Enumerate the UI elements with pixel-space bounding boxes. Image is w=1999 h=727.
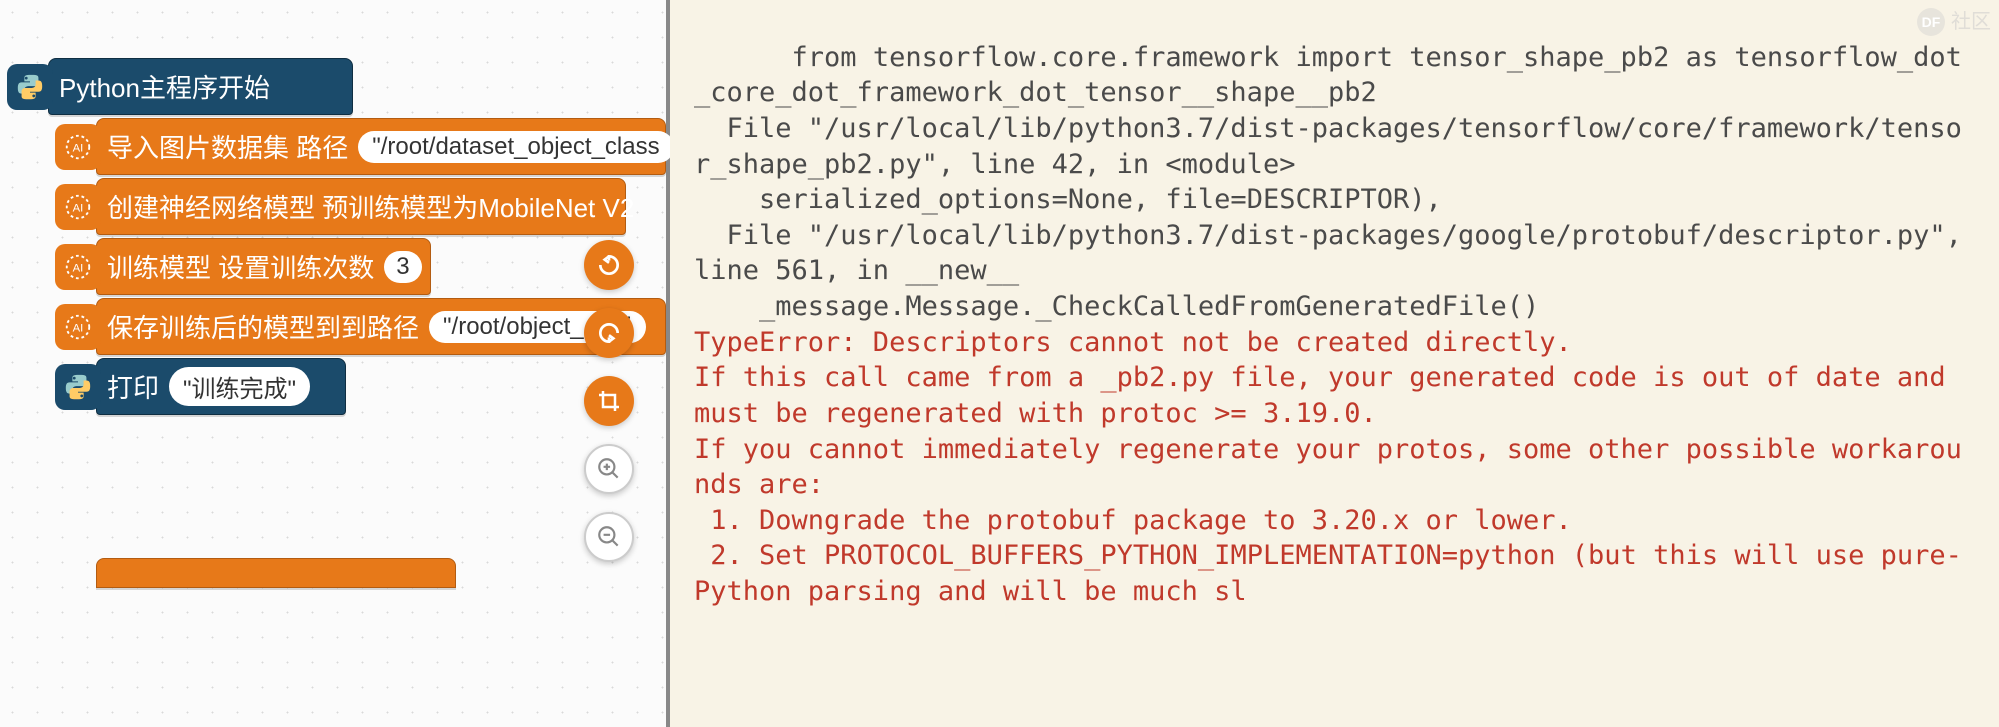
epochs-input[interactable]: 3: [384, 251, 421, 283]
block-label: Python主程序开始: [59, 68, 270, 105]
print-value-input[interactable]: "训练完成": [169, 367, 310, 406]
redo-button[interactable]: [584, 308, 634, 358]
svg-text:AI: AI: [73, 262, 84, 274]
ai-icon: AI: [55, 184, 101, 230]
crop-icon: [597, 389, 621, 413]
python-start-block[interactable]: Python主程序开始: [48, 58, 353, 115]
block-stack: Python主程序开始 AI 导入图片数据集 路径 "/root/dataset…: [48, 55, 666, 415]
ai-icon: AI: [55, 124, 101, 170]
create-model-block[interactable]: AI 创建神经网络模型 预训练模型为MobileNet V2: [96, 178, 626, 235]
redo-icon: [596, 320, 622, 346]
canvas-tools: [584, 240, 634, 562]
python-icon: [55, 364, 101, 410]
watermark: DF 社区: [1917, 8, 1991, 36]
watermark-logo-icon: DF: [1917, 8, 1945, 36]
undo-button[interactable]: [584, 240, 634, 290]
error-text: TypeError: Descriptors cannot not be cre…: [694, 327, 1962, 607]
ai-icon: AI: [55, 304, 101, 350]
block-label: 训练模型 设置训练次数: [107, 248, 374, 285]
block-label: 导入图片数据集 路径: [107, 128, 348, 165]
block-label: 打印: [107, 368, 159, 405]
zoom-out-icon: [596, 524, 622, 550]
block-label: 创建神经网络模型 预训练模型为MobileNet V2: [107, 188, 634, 225]
dataset-path-input[interactable]: "/root/dataset_object_class: [358, 131, 673, 163]
partial-block[interactable]: [48, 555, 456, 588]
svg-text:AI: AI: [73, 322, 84, 334]
crop-button[interactable]: [584, 376, 634, 426]
block-label: 保存训练后的模型到到路径: [107, 308, 419, 345]
watermark-text: 社区: [1951, 9, 1991, 35]
import-dataset-block[interactable]: AI 导入图片数据集 路径 "/root/dataset_object_clas…: [96, 118, 666, 175]
zoom-in-icon: [596, 456, 622, 482]
train-model-block[interactable]: AI 训练模型 设置训练次数 3: [96, 238, 431, 295]
ai-icon: AI: [55, 244, 101, 290]
block-editor-canvas[interactable]: Python主程序开始 AI 导入图片数据集 路径 "/root/dataset…: [0, 0, 670, 727]
undo-icon: [596, 252, 622, 278]
zoom-in-button[interactable]: [584, 444, 634, 494]
python-icon: [7, 64, 53, 110]
print-block[interactable]: 打印 "训练完成": [96, 358, 346, 415]
save-model-block[interactable]: AI 保存训练后的模型到到路径 "/root/object_ ssifi: [96, 298, 666, 355]
svg-text:AI: AI: [73, 202, 84, 214]
zoom-out-button[interactable]: [584, 512, 634, 562]
traceback-text: from tensorflow.core.framework import te…: [694, 42, 1978, 322]
svg-text:AI: AI: [73, 142, 84, 154]
console-output[interactable]: DF 社区 from tensorflow.core.framework imp…: [670, 0, 1999, 727]
